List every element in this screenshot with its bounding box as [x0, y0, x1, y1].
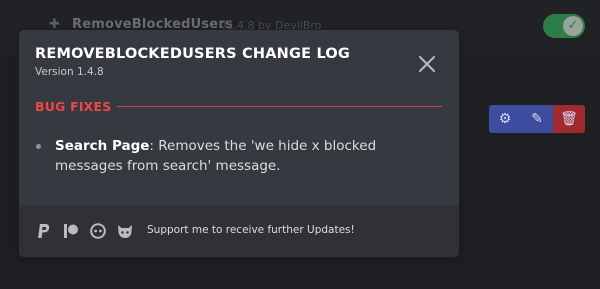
section-divider	[117, 105, 442, 107]
pencil-icon: ✎	[531, 111, 543, 127]
gear-icon: ⚙	[498, 111, 512, 127]
modal-version: Version 1.4.8	[35, 66, 104, 78]
plugin-toggle[interactable]: ✓	[543, 14, 585, 38]
changelog-entry: Search Page: Removes the 'we hide x bloc…	[36, 136, 436, 176]
plugin-actions: ⚙ ✎ 🗑	[489, 105, 585, 133]
modal-title: REMOVEBLOCKEDUSERS CHANGE LOG	[35, 46, 351, 62]
ko-fi-icon[interactable]	[90, 223, 106, 239]
close-button[interactable]	[415, 52, 439, 76]
bullet-icon	[36, 144, 41, 149]
check-icon: ✓	[563, 16, 583, 36]
paypal-icon[interactable]	[36, 223, 52, 239]
section-title: BUG FIXES	[35, 98, 112, 114]
trash-icon: 🗑	[560, 111, 578, 127]
github-sponsors-icon[interactable]	[117, 223, 133, 239]
modal-header: REMOVEBLOCKEDUSERS CHANGE LOG Version 1.…	[35, 46, 419, 78]
section-header-bug-fixes: BUG FIXES	[35, 97, 442, 115]
entry-title: Search Page	[55, 138, 150, 154]
settings-button[interactable]: ⚙	[489, 105, 521, 133]
close-icon	[419, 56, 435, 72]
support-text: Support me to receive further Updates!	[147, 224, 355, 236]
changelog-modal: REMOVEBLOCKEDUSERS CHANGE LOG Version 1.…	[19, 30, 459, 257]
delete-button[interactable]: 🗑	[553, 105, 585, 133]
modal-footer: Support me to receive further Updates!	[19, 205, 459, 257]
patreon-icon[interactable]	[63, 223, 79, 239]
donation-links	[36, 223, 144, 239]
edit-button[interactable]: ✎	[521, 105, 553, 133]
